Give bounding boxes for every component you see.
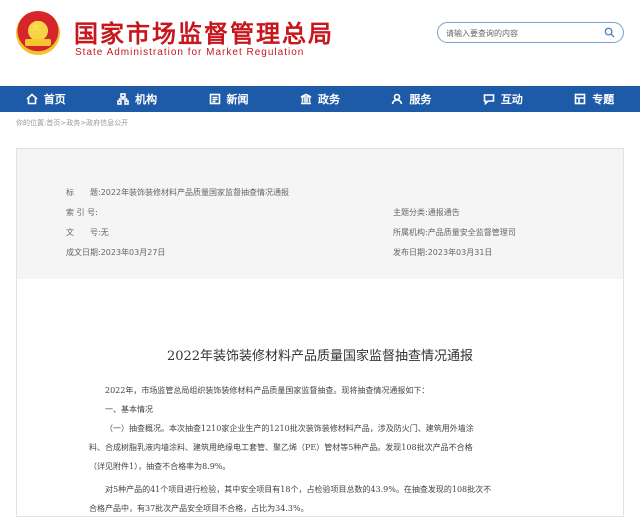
search-box xyxy=(437,22,624,43)
meta-created-value: 2023年03月27日 xyxy=(100,248,166,257)
meta-index-label: 索 引 号: xyxy=(66,208,98,217)
search-icon[interactable] xyxy=(604,27,615,38)
nav-item-interaction[interactable]: 互动 xyxy=(457,86,548,112)
site-header: ★ 国家市场监督管理总局 State Administration for Ma… xyxy=(0,0,640,86)
nav-item-topic[interactable]: 专题 xyxy=(549,86,640,112)
organization-icon xyxy=(117,93,129,105)
nav-item-news[interactable]: 新闻 xyxy=(183,86,274,112)
search-input[interactable] xyxy=(446,25,596,41)
meta-created-row: 成文日期:2023年03月27日 xyxy=(66,247,165,258)
site-subtitle: State Administration for Market Regulati… xyxy=(75,47,305,58)
news-icon xyxy=(209,93,220,105)
meta-published-value: 2023年03月31日 xyxy=(427,248,493,257)
nav-item-home[interactable]: 首页 xyxy=(0,86,91,112)
meta-title-value: 2022年装饰装修材料产品质量国家监督抽查情况通报 xyxy=(100,188,290,197)
nav-item-government[interactable]: 政务 xyxy=(274,86,365,112)
nav-item-organization[interactable]: 机构 xyxy=(91,86,182,112)
interaction-icon xyxy=(483,94,495,105)
meta-org-row: 所属机构:产品质量安全监督管理司 xyxy=(393,227,516,238)
topic-icon xyxy=(574,93,586,105)
meta-docno-row: 文 号:无 xyxy=(66,227,109,238)
paragraph-line: 合格产品中，有37批次产品安全项目不合格，占比为34.3%。 xyxy=(89,504,309,513)
meta-topic-row: 主题分类:通报通告 xyxy=(393,207,460,218)
meta-docno-value: 无 xyxy=(100,228,109,237)
meta-topic-value: 通报通告 xyxy=(427,208,460,217)
article-heading: 2022年装饰装修材料产品质量国家监督抽查情况通报 xyxy=(166,349,474,364)
paragraph-line: （详见附件1），抽查不合格率为8.9%。 xyxy=(89,462,231,471)
meta-org-label: 所属机构: xyxy=(393,228,428,237)
meta-org-value: 产品质量安全监督管理司 xyxy=(427,228,516,237)
main-nav: 首页 机构 新闻 政务 服务 互动 专题 xyxy=(0,86,640,112)
national-emblem-logo[interactable]: ★ xyxy=(16,11,60,55)
meta-published-row: 发布日期:2023年03月31日 xyxy=(393,247,492,258)
service-icon xyxy=(392,93,403,105)
meta-published-label: 发布日期: xyxy=(393,248,428,257)
content-panel: 标 题:2022年装饰装修材料产品质量国家监督抽查情况通报 索 引 号: 主题分… xyxy=(16,148,624,517)
section-heading: 一、基本情况 xyxy=(105,405,153,414)
government-icon xyxy=(300,93,312,105)
meta-title-row: 标 题:2022年装饰装修材料产品质量国家监督抽查情况通报 xyxy=(66,187,289,198)
paragraph-line: （一）抽查概况。本次抽查1210家企业生产的1210批次装饰装修材料产品，涉及防… xyxy=(105,424,474,433)
article-intro: 2022年，市场监管总局组织装饰装修材料产品质量国家监督抽查。现将抽查情况通报如… xyxy=(105,386,430,395)
home-icon xyxy=(26,93,38,105)
nav-item-service[interactable]: 服务 xyxy=(366,86,457,112)
meta-title-label: 标 题: xyxy=(66,188,101,197)
meta-docno-label: 文 号: xyxy=(66,228,101,237)
meta-index-row: 索 引 号: xyxy=(66,207,98,218)
star-icon: ★ xyxy=(29,17,44,36)
site-title[interactable]: 国家市场监督管理总局 xyxy=(74,14,334,49)
document-metadata: 标 题:2022年装饰装修材料产品质量国家监督抽查情况通报 索 引 号: 主题分… xyxy=(17,149,623,279)
meta-topic-label: 主题分类: xyxy=(393,208,428,217)
meta-created-label: 成文日期: xyxy=(66,248,101,257)
breadcrumb[interactable]: 你的位置:首页>政务>政府信息公开 xyxy=(16,118,128,128)
paragraph-line: 料、合成树脂乳液内墙涂料、建筑用绝缘电工套管、聚乙烯（PE）管材等5种产品。发现… xyxy=(89,443,473,452)
paragraph-line: 对5种产品的41个项目进行检验，其中安全项目有18个，占检验项目总数的43.9%… xyxy=(105,485,492,494)
